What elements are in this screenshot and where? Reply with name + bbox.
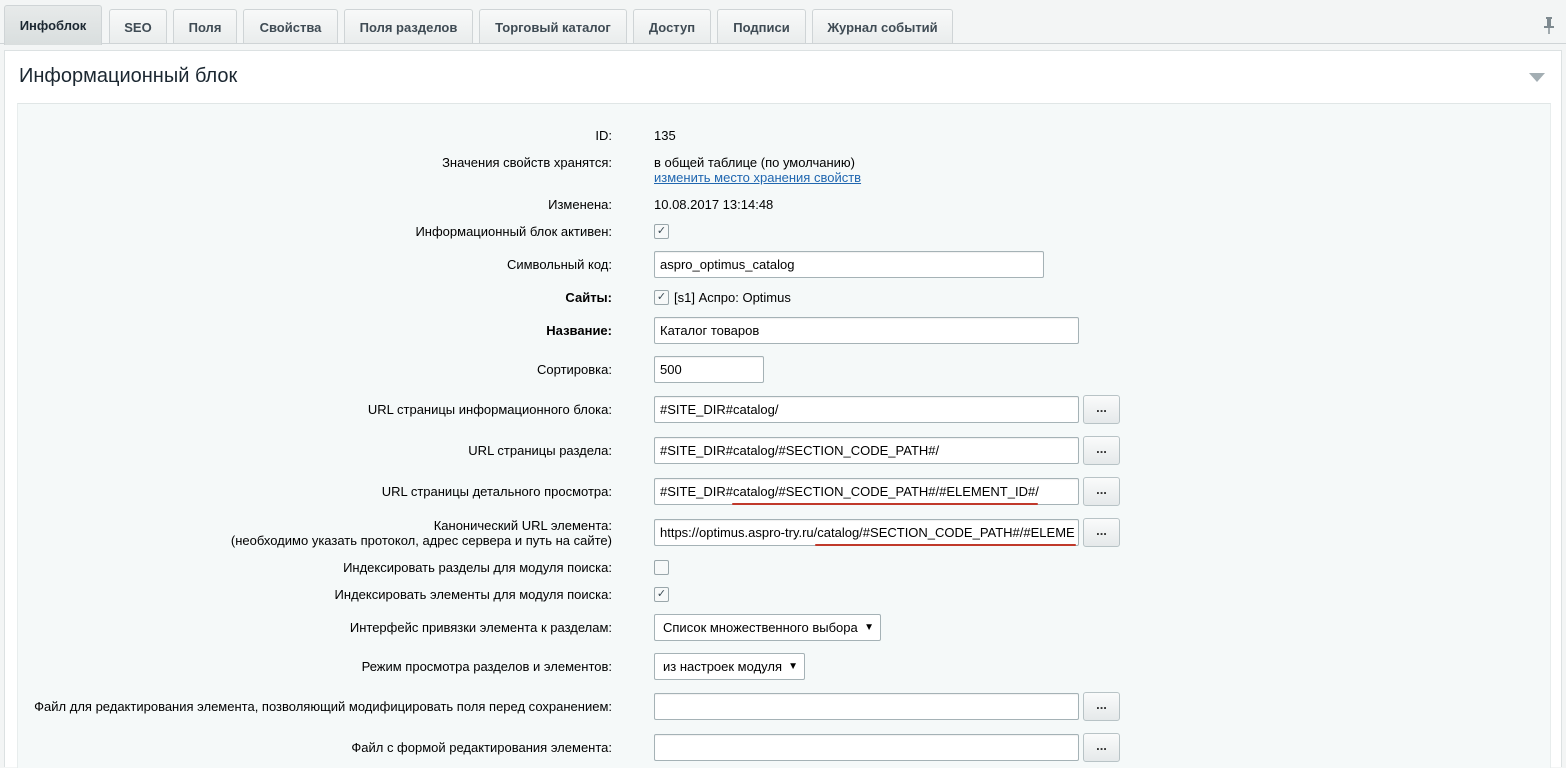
detail-url-label: URL страницы детального просмотра: <box>381 484 612 499</box>
tab-event-log[interactable]: Журнал событий <box>812 9 953 44</box>
view-mode-label: Режим просмотра разделов и элементов: <box>361 659 612 674</box>
sort-input[interactable]: 500 <box>654 356 764 383</box>
form-file-label: Файл с формой редактирования элемента: <box>351 740 612 755</box>
change-storage-link[interactable]: изменить место хранения свойств <box>654 170 861 186</box>
index-sections-checkbox[interactable] <box>654 560 669 575</box>
sites-label: Сайты: <box>565 290 612 305</box>
code-input[interactable]: aspro_optimus_catalog <box>654 251 1044 278</box>
storage-label: Значения свойств хранятся: <box>442 155 612 170</box>
section-url-label: URL страницы раздела: <box>468 443 612 458</box>
name-label: Название: <box>546 323 612 338</box>
tab-fields[interactable]: Поля <box>173 9 237 44</box>
dropdown-arrow-icon: ▼ <box>788 661 798 672</box>
form-content: ID: 135 Значения свойств хранятся: в общ… <box>17 103 1551 768</box>
index-elements-label: Индексировать элементы для модуля поиска… <box>334 587 612 602</box>
tab-bar: Инфоблок SEO Поля Свойства Поля разделов… <box>0 0 1566 45</box>
canonical-label: Канонический URL элемента: <box>433 518 612 533</box>
canonical-sublabel: (необходимо указать протокол, адрес серв… <box>230 533 612 548</box>
canonical-url-input[interactable]: https://optimus.aspro-try.ru/catalog/#SE… <box>654 519 1079 546</box>
infoblock-panel: Информационный блок ID: 135 Значения сво… <box>4 50 1562 768</box>
edit-file-browse-button[interactable]: ... <box>1083 692 1120 721</box>
list-url-input[interactable]: #SITE_DIR#catalog/ <box>654 396 1079 423</box>
active-label: Информационный блок активен: <box>415 224 612 239</box>
name-input[interactable]: Каталог товаров <box>654 317 1079 344</box>
section-binding-select[interactable]: Список множественного выбора ▼ <box>654 614 881 641</box>
sites-checkbox[interactable]: ✓ <box>654 290 669 305</box>
form-file-input[interactable] <box>654 734 1079 761</box>
detail-url-browse-button[interactable]: ... <box>1083 477 1120 506</box>
panel-title: Информационный блок <box>19 65 238 87</box>
tab-trade-catalog[interactable]: Торговый каталог <box>479 9 627 44</box>
tab-section-fields[interactable]: Поля разделов <box>344 9 473 44</box>
sort-label: Сортировка: <box>537 362 612 377</box>
index-sections-label: Индексировать разделы для модуля поиска: <box>343 560 612 575</box>
sites-value: [s1] Аспро: Optimus <box>674 290 791 305</box>
tab-captions[interactable]: Подписи <box>717 9 806 44</box>
section-url-input[interactable]: #SITE_DIR#catalog/#SECTION_CODE_PATH#/ <box>654 437 1079 464</box>
canonical-url-browse-button[interactable]: ... <box>1083 518 1120 547</box>
list-url-label: URL страницы информационного блока: <box>367 402 612 417</box>
index-elements-checkbox[interactable]: ✓ <box>654 587 669 602</box>
dropdown-arrow-icon: ▼ <box>864 622 874 633</box>
tab-seo[interactable]: SEO <box>109 9 167 44</box>
check-icon: ✓ <box>656 291 667 303</box>
tab-access[interactable]: Доступ <box>633 9 711 44</box>
check-icon: ✓ <box>656 588 667 600</box>
list-url-browse-button[interactable]: ... <box>1083 395 1120 424</box>
section-binding-value: Список множественного выбора <box>663 620 858 635</box>
id-value: 135 <box>654 128 676 143</box>
detail-url-underline-mark <box>732 503 1038 505</box>
check-icon: ✓ <box>656 225 667 237</box>
tab-infoblock[interactable]: Инфоблок <box>4 5 102 45</box>
pin-icon[interactable] <box>1542 16 1556 34</box>
storage-value: в общей таблице (по умолчанию) <box>654 155 856 170</box>
form-file-browse-button[interactable]: ... <box>1083 733 1120 762</box>
code-label: Символьный код: <box>506 257 612 272</box>
modified-value: 10.08.2017 13:14:48 <box>654 197 774 212</box>
collapse-arrow-icon[interactable] <box>1529 73 1545 82</box>
section-url-browse-button[interactable]: ... <box>1083 436 1120 465</box>
active-checkbox[interactable]: ✓ <box>654 224 669 239</box>
modified-label: Изменена: <box>548 197 612 212</box>
tab-properties[interactable]: Свойства <box>243 9 338 44</box>
view-mode-value: из настроек модуля <box>663 659 782 674</box>
view-mode-select[interactable]: из настроек модуля ▼ <box>654 653 805 680</box>
edit-file-label: Файл для редактирования элемента, позвол… <box>34 699 612 714</box>
edit-file-input[interactable] <box>654 693 1079 720</box>
id-label: ID: <box>595 128 612 143</box>
section-binding-label: Интерфейс привязки элемента к разделам: <box>349 620 612 635</box>
tabs-divider <box>0 43 1566 44</box>
detail-url-input[interactable]: #SITE_DIR#catalog/#SECTION_CODE_PATH#/#E… <box>654 478 1079 505</box>
canonical-url-underline-mark <box>815 544 1076 546</box>
